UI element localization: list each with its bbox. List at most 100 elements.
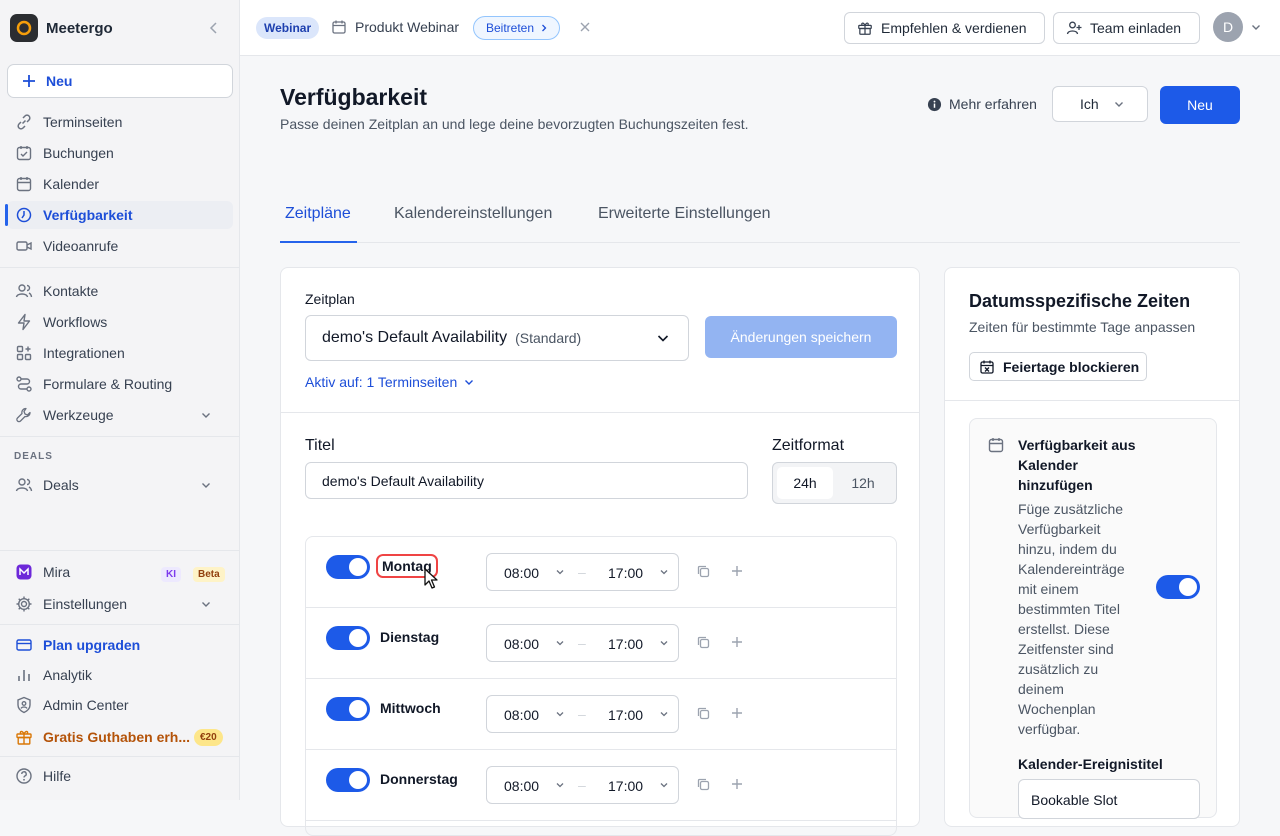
day-toggle[interactable] [326,626,370,650]
sidebar-item-werkzeuge[interactable]: Werkzeuge [7,401,233,429]
range-dash: – [578,635,586,651]
sidebar-item-terminseiten[interactable]: Terminseiten [7,108,233,136]
avatar[interactable]: D [1213,12,1243,42]
new-schedule-button[interactable]: Neu [1160,86,1240,124]
close-icon[interactable] [578,20,592,34]
add-slot-icon[interactable] [730,706,744,720]
schedule-card: Zeitplan demo's Default Availability (St… [280,267,920,836]
range-dash: – [578,564,586,580]
copy-icon[interactable] [696,706,711,721]
time-format-24h[interactable]: 24h [777,467,833,499]
active-on-link[interactable]: Aktiv auf: 1 Terminseiten [305,374,475,390]
lightning-icon [14,312,34,332]
calendar-icon [331,19,347,35]
sidebar-item-kalender[interactable]: Kalender [7,170,233,198]
start-time-select[interactable]: 08:00 [504,636,539,652]
weekday-list: Montag 08:00 – 17:00 Dienstag 08:00 – 17… [305,536,897,836]
sidebar-item-kontakte[interactable]: Kontakte [7,277,233,305]
video-icon [14,236,34,256]
sidebar-item-label: Hilfe [43,768,72,784]
date-specific-card: Datumsspezifische Zeiten Zeiten für best… [944,267,1240,827]
topbar: Webinar Produkt Webinar Beitreten Empfeh… [240,0,1280,56]
recommend-button[interactable]: Empfehlen & verdienen [844,12,1045,44]
title-label: Titel [305,437,335,454]
day-row-donnerstag: Donnerstag 08:00 – 17:00 [306,750,896,821]
sidebar-item-analytik[interactable]: Analytik [7,661,233,689]
shield-user-icon [14,695,34,715]
learn-more-link[interactable]: Mehr erfahren [927,96,1037,112]
save-changes-button[interactable]: Änderungen speichern [705,316,897,358]
schedule-select[interactable]: demo's Default Availability (Standard) [305,315,689,361]
sidebar-divider [0,436,240,437]
copy-icon[interactable] [696,564,711,579]
end-time-select[interactable]: 17:00 [608,707,643,723]
grid-plus-icon [14,343,34,363]
sidebar-item-label: Analytik [43,667,93,683]
owner-select-value: Ich [1080,96,1099,112]
learn-more-label: Mehr erfahren [949,96,1037,112]
title-input[interactable]: demo's Default Availability [305,462,748,499]
block-holidays-label: Feiertage blockieren [1003,358,1140,375]
block-holidays-button[interactable]: Feiertage blockieren [969,352,1147,381]
copy-icon[interactable] [696,635,711,650]
start-time-select[interactable]: 08:00 [504,778,539,794]
chevron-down-icon[interactable] [1250,21,1262,33]
time-format-12h[interactable]: 12h [835,467,891,499]
calendar-availability-toggle[interactable] [1156,575,1200,599]
gift-icon [857,20,873,36]
help-icon [14,766,34,786]
sidebar-item-deals[interactable]: Deals [7,471,233,499]
brand[interactable]: Meetergo [10,13,230,43]
day-toggle[interactable] [326,768,370,792]
collapse-sidebar-icon[interactable] [206,20,222,36]
sidebar-item-einstellungen[interactable]: Einstellungen [7,590,233,618]
deals-section-label: DEALS [14,451,53,462]
tab-erweiterte-einstellungen[interactable]: Erweiterte Einstellungen [598,205,771,223]
sidebar-item-workflows[interactable]: Workflows [7,308,233,336]
schedule-standard-tag: (Standard) [515,330,582,346]
day-toggle[interactable] [326,555,370,579]
beta-badge: Beta [193,567,225,582]
copy-icon[interactable] [696,777,711,792]
day-toggle[interactable] [326,697,370,721]
time-format-toggle: 24h 12h [772,462,897,504]
wrench-icon [14,405,34,425]
chevron-down-icon [555,780,565,790]
end-time-select[interactable]: 17:00 [608,565,643,581]
event-title-input[interactable]: Bookable Slot [1018,779,1200,819]
card-icon [14,635,34,655]
invite-team-button[interactable]: Team einladen [1053,12,1200,44]
owner-select[interactable]: Ich [1052,86,1148,122]
routing-icon [14,374,34,394]
sidebar-item-hilfe[interactable]: Hilfe [7,762,233,790]
end-time-select[interactable]: 17:00 [608,636,643,652]
sidebar-item-verfuegbarkeit[interactable]: Verfügbarkeit [7,201,233,229]
plus-icon [22,74,36,88]
sidebar-item-integrationen[interactable]: Integrationen [7,339,233,367]
join-webinar-button[interactable]: Beitreten [473,16,561,40]
calendar-check-icon [14,143,34,163]
chevron-down-icon [656,331,670,345]
new-button[interactable]: Neu [7,64,233,98]
sidebar-item-buchungen[interactable]: Buchungen [7,139,233,167]
active-indicator [5,204,8,226]
add-slot-icon[interactable] [730,777,744,791]
schedule-select-value: demo's Default Availability [322,329,508,346]
start-time-select[interactable]: 08:00 [504,707,539,723]
mira-icon [14,562,34,582]
sidebar-item-videoanrufe[interactable]: Videoanrufe [7,232,233,260]
join-label: Beitreten [486,21,535,35]
sidebar-item-admin-center[interactable]: Admin Center [7,691,233,719]
chevron-down-icon [659,567,669,577]
range-dash: – [578,777,586,793]
day-name: Mittwoch [380,700,441,716]
start-time-select[interactable]: 08:00 [504,565,539,581]
sidebar-item-plan-upgraden[interactable]: Plan upgraden [7,631,233,659]
add-slot-icon[interactable] [730,564,744,578]
sidebar-item-formulare-routing[interactable]: Formulare & Routing [7,370,233,398]
tab-kalendereinstellungen[interactable]: Kalendereinstellungen [394,205,552,223]
add-slot-icon[interactable] [730,635,744,649]
tab-zeitplaene[interactable]: Zeitpläne [285,205,351,223]
end-time-select[interactable]: 17:00 [608,778,643,794]
chevron-down-icon [659,709,669,719]
